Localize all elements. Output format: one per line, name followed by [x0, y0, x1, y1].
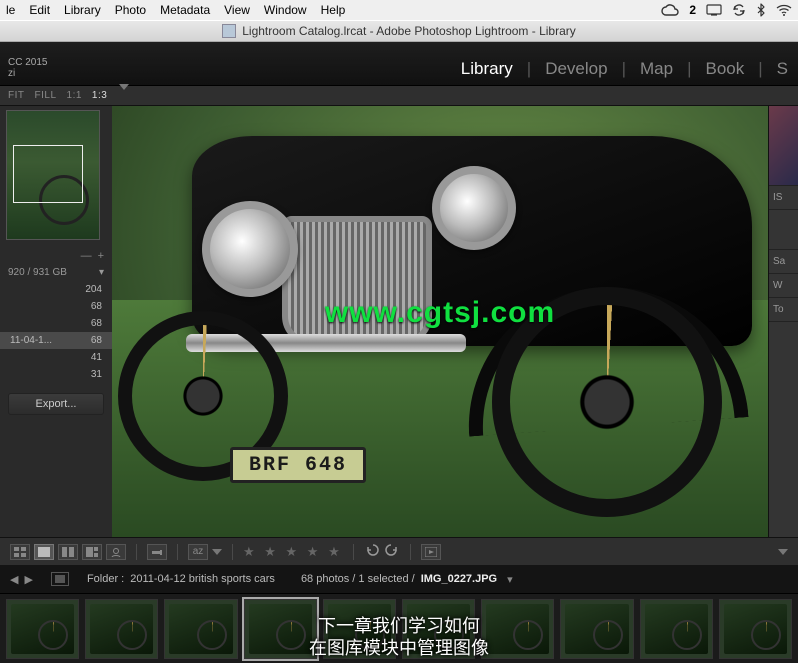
grid-view-icon[interactable]: [10, 544, 30, 560]
document-icon: [222, 24, 236, 38]
sync-icon[interactable]: [732, 3, 746, 17]
zoom-fill[interactable]: FILL: [35, 90, 57, 101]
module-picker: Library | Develop | Map | Book | S: [461, 59, 788, 79]
zoom-toolbar: FIT FILL 1:1 1:3: [0, 86, 798, 106]
rotate-cw-icon[interactable]: [384, 543, 400, 560]
sort-group[interactable]: az: [188, 544, 222, 560]
chevron-down-icon[interactable]: ▾: [507, 573, 513, 586]
folder-list: 204 68 68 11-04-1... 68 41 31: [0, 281, 112, 383]
folder-row-selected[interactable]: 11-04-1... 68: [0, 332, 112, 349]
folder-row[interactable]: 68: [0, 315, 112, 332]
chevron-down-icon[interactable]: ▾: [99, 267, 104, 278]
back-arrow-icon[interactable]: ◀: [10, 573, 18, 586]
identity-plate-line1: CC 2015: [8, 57, 47, 68]
menu-help[interactable]: Help: [321, 3, 346, 17]
tab-slideshow-cut[interactable]: S: [777, 59, 788, 79]
loupe-view[interactable]: BRF 648 www.cgtsj.com: [112, 106, 768, 537]
menu-window[interactable]: Window: [264, 3, 307, 17]
left-panel: — + 920 / 931 GB ▾ 204 68 68 11-04-1... …: [0, 106, 112, 537]
sort-direction-icon[interactable]: az: [188, 544, 208, 560]
license-plate: BRF 648: [230, 447, 366, 483]
os-menu-bar: le Edit Library Photo Metadata View Wind…: [0, 0, 798, 20]
loupe-view-icon[interactable]: [34, 544, 54, 560]
module-header: CC 2015 zi Library | Develop | Map | Boo…: [0, 42, 798, 86]
folder-row[interactable]: 68: [0, 298, 112, 315]
menu-file[interactable]: le: [6, 3, 15, 17]
menu-edit[interactable]: Edit: [29, 3, 50, 17]
menu-metadata[interactable]: Metadata: [160, 3, 210, 17]
right-panel: IS Sa W To: [768, 106, 798, 537]
window-title: Lightroom Catalog.lrcat - Adobe Photosho…: [242, 24, 576, 38]
histogram-panel[interactable]: [769, 106, 798, 186]
forward-arrow-icon[interactable]: ▶: [24, 573, 32, 586]
right-panel-item[interactable]: IS: [769, 186, 798, 210]
right-panel-item[interactable]: [769, 210, 798, 250]
painter-tool-icon[interactable]: [147, 544, 167, 560]
folder-row[interactable]: 31: [0, 366, 112, 383]
source-folder-label: Folder :: [87, 573, 124, 585]
cc-notification-badge: 2: [689, 3, 696, 17]
current-filename: IMG_0227.JPG: [421, 573, 497, 585]
volume-space-label: 920 / 931 GB: [8, 267, 67, 278]
rating-stars[interactable]: ★ ★ ★ ★ ★: [243, 544, 343, 560]
folder-row[interactable]: 204: [0, 281, 112, 298]
status-icons: 2: [661, 3, 792, 17]
filmstrip-thumb-selected[interactable]: [244, 599, 317, 659]
source-folder-name[interactable]: 2011-04-12 british sports cars: [130, 573, 275, 585]
panel-add-icon[interactable]: +: [98, 250, 104, 262]
folder-row[interactable]: 41: [0, 349, 112, 366]
filmstrip[interactable]: 下一章我们学习如何 在图库模块中管理图像: [0, 593, 798, 663]
identity-plate-line2: zi: [8, 68, 47, 79]
folder-label: 11-04-1...: [10, 335, 52, 346]
filmstrip-thumb[interactable]: [640, 599, 713, 659]
filmstrip-thumb[interactable]: [323, 599, 396, 659]
tab-develop[interactable]: Develop: [545, 59, 607, 79]
grid-shortcut-icon[interactable]: [51, 572, 69, 586]
filmstrip-thumb[interactable]: [164, 599, 237, 659]
wifi-icon[interactable]: [776, 4, 792, 16]
people-view-icon[interactable]: [106, 544, 126, 560]
right-panel-item[interactable]: To: [769, 298, 798, 322]
creative-cloud-icon[interactable]: [661, 4, 679, 16]
chevron-down-icon[interactable]: [119, 90, 129, 101]
folder-count: 68: [91, 335, 102, 346]
bluetooth-icon[interactable]: [756, 3, 766, 17]
navigator-viewport-frame[interactable]: [13, 145, 83, 203]
toolbar-menu-icon[interactable]: [778, 549, 788, 555]
zoom-fit[interactable]: FIT: [8, 90, 25, 101]
display-icon[interactable]: [706, 4, 722, 16]
panel-collapse-icon[interactable]: —: [81, 250, 92, 262]
menu-photo[interactable]: Photo: [115, 3, 146, 17]
selection-count: 68 photos / 1 selected /: [301, 573, 415, 585]
view-toolbar: az ★ ★ ★ ★ ★: [0, 537, 798, 565]
window-title-bar: Lightroom Catalog.lrcat - Adobe Photosho…: [0, 20, 798, 42]
filmstrip-thumb[interactable]: [6, 599, 79, 659]
tab-library[interactable]: Library: [461, 59, 513, 79]
tab-book[interactable]: Book: [705, 59, 744, 79]
filmstrip-thumb[interactable]: [402, 599, 475, 659]
watermark-text: www.cgtsj.com: [325, 296, 555, 330]
zoom-1to1[interactable]: 1:1: [67, 90, 82, 101]
filmstrip-thumb[interactable]: [560, 599, 633, 659]
slideshow-icon[interactable]: [421, 544, 441, 560]
filmstrip-thumb[interactable]: [481, 599, 554, 659]
navigator-thumbnail[interactable]: [6, 110, 100, 240]
survey-view-icon[interactable]: [82, 544, 102, 560]
chevron-down-icon[interactable]: [212, 549, 222, 555]
tab-map[interactable]: Map: [640, 59, 673, 79]
menu-library[interactable]: Library: [64, 3, 101, 17]
view-mode-group: [10, 544, 126, 560]
compare-view-icon[interactable]: [58, 544, 78, 560]
filmstrip-thumb[interactable]: [85, 599, 158, 659]
rotate-ccw-icon[interactable]: [364, 543, 380, 560]
right-panel-item[interactable]: Sa: [769, 250, 798, 274]
right-panel-item[interactable]: W: [769, 274, 798, 298]
export-button[interactable]: Export...: [8, 393, 104, 415]
zoom-1to3[interactable]: 1:3: [92, 90, 107, 101]
menu-view[interactable]: View: [224, 3, 250, 17]
filmstrip-source-bar: ◀ ▶ Folder : 2011-04-12 british sports c…: [0, 565, 798, 593]
filmstrip-thumb[interactable]: [719, 599, 792, 659]
